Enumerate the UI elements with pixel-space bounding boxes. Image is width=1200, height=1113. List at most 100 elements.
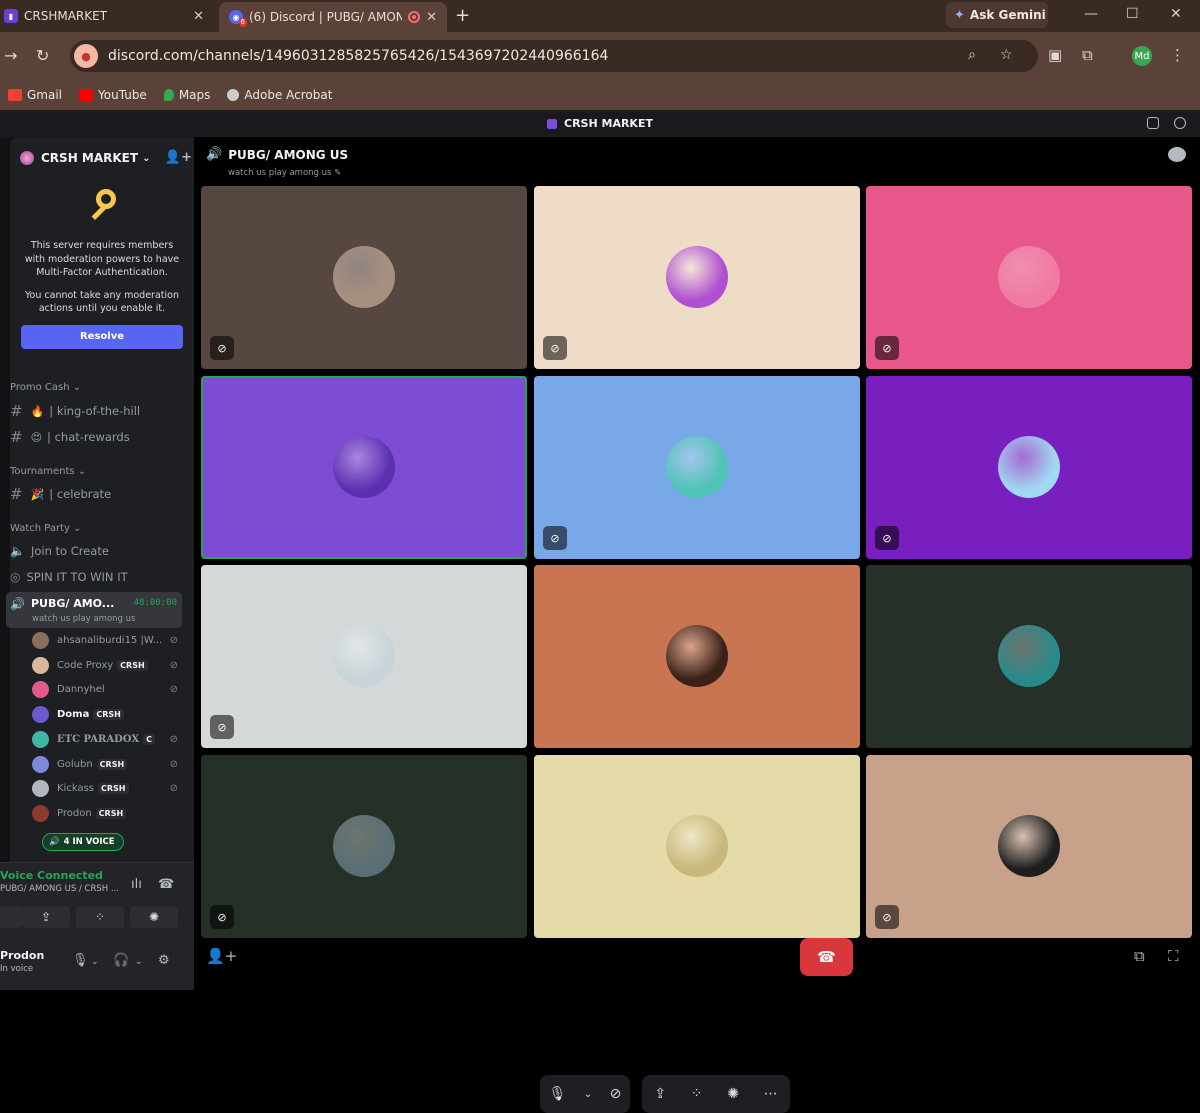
voice-member[interactable]: Dannyhel ⊘ bbox=[32, 678, 182, 700]
soundwave-icon[interactable]: ılı bbox=[131, 877, 142, 892]
channel-topic[interactable]: watch us play among us ✎ bbox=[228, 168, 341, 178]
category-tournaments[interactable]: Tournaments ⌄ bbox=[10, 466, 86, 477]
resolve-button[interactable]: Resolve bbox=[21, 324, 183, 349]
activities-icon[interactable]: ⁘ bbox=[691, 1086, 703, 1102]
tab-close-icon[interactable]: ✕ bbox=[426, 10, 437, 25]
microphone-icon[interactable]: 🎙 bbox=[72, 953, 89, 968]
in-voice-count: 4 IN VOICE bbox=[63, 837, 115, 847]
channel-celebrate[interactable]: # 🎉 | celebrate bbox=[10, 482, 178, 506]
video-tile[interactable] bbox=[534, 565, 860, 748]
browser-menu-icon[interactable]: ⋮ bbox=[1170, 46, 1185, 64]
help-icon[interactable] bbox=[1174, 117, 1186, 129]
bookmark-label: Maps bbox=[178, 88, 211, 102]
voice-status[interactable]: Voice Connected bbox=[0, 869, 103, 882]
voice-member[interactable]: Doma CRSH bbox=[32, 703, 182, 725]
topic-text: watch us play among us bbox=[228, 168, 332, 178]
video-tile[interactable]: ⊘ bbox=[201, 755, 527, 938]
video-tile[interactable] bbox=[201, 376, 527, 559]
channel-pubg-among-us[interactable]: 🔊 PUBG/ AMO... 48:00:00 watch us play am… bbox=[6, 592, 182, 628]
channel-king-of-the-hill[interactable]: # 🔥 | king-of-the-hill bbox=[10, 399, 178, 423]
channel-chat-rewards[interactable]: # 😍 | chat-rewards bbox=[10, 425, 178, 449]
headphones-icon[interactable]: 🎧 bbox=[113, 953, 129, 968]
channel-spin-it-to-win-it[interactable]: ◎ SPIN IT TO WIN IT bbox=[10, 565, 178, 589]
avatar bbox=[998, 246, 1060, 308]
reload-icon[interactable]: ↻ bbox=[36, 46, 49, 65]
bookmark-gmail[interactable]: Gmail bbox=[8, 88, 62, 102]
invite-people-icon[interactable]: 👤+ bbox=[165, 150, 192, 165]
activities-button[interactable]: ⁘ bbox=[76, 906, 124, 928]
profile-avatar[interactable]: Md bbox=[1132, 46, 1152, 66]
settings-gear-icon[interactable]: ⚙ bbox=[158, 953, 170, 968]
video-tile[interactable]: ⊘ bbox=[866, 376, 1192, 559]
bookmark-label: Adobe Acrobat bbox=[244, 88, 333, 102]
video-tile[interactable]: ⊘ bbox=[866, 186, 1192, 369]
share-screen-icon[interactable]: ⇪ bbox=[654, 1086, 666, 1102]
inbox-icon[interactable] bbox=[1147, 117, 1159, 129]
edit-pencil-icon[interactable]: ✎ bbox=[334, 168, 341, 178]
minimize-button[interactable]: — bbox=[1084, 6, 1098, 22]
globe-icon bbox=[227, 89, 240, 101]
voice-member[interactable]: Code Proxy CRSH ⊘ bbox=[32, 654, 182, 676]
in-voice-pill[interactable]: 🔊 4 IN VOICE bbox=[42, 833, 124, 851]
voice-member[interactable]: Golubn CRSH ⊘ bbox=[32, 753, 182, 775]
channel-join-to-create[interactable]: 🔈 Join to Create bbox=[10, 539, 178, 563]
zoom-icon[interactable]: ⌕ bbox=[968, 47, 976, 63]
bookmark-star-icon[interactable]: ☆ bbox=[1000, 47, 1013, 63]
video-tile[interactable] bbox=[534, 755, 860, 938]
soundboard-button[interactable]: ✺ bbox=[130, 906, 178, 928]
speaker-icon: 🔊 bbox=[10, 597, 25, 611]
username[interactable]: Prodon bbox=[0, 949, 44, 962]
voice-location[interactable]: PUBG/ AMONG US / CRSH ... bbox=[0, 884, 119, 894]
soundboard-icon[interactable]: ✺ bbox=[727, 1086, 739, 1102]
chevron-down-icon[interactable]: ⌄ bbox=[135, 957, 143, 967]
gmail-icon bbox=[8, 89, 22, 101]
category-watch-party[interactable]: Watch Party ⌄ bbox=[10, 523, 82, 534]
extensions-puzzle-icon[interactable]: ⧉ bbox=[1082, 46, 1093, 64]
camera-off-icon[interactable]: ⊘ bbox=[610, 1086, 622, 1102]
video-tile[interactable]: ⊘ bbox=[534, 376, 860, 559]
chevron-down-icon[interactable]: ⌄ bbox=[584, 1089, 592, 1100]
video-tile[interactable]: ⊘ bbox=[534, 186, 860, 369]
channel-topic: watch us play among us bbox=[32, 614, 136, 624]
microphone-icon[interactable]: 🎙 bbox=[549, 1086, 567, 1102]
video-tile[interactable] bbox=[866, 565, 1192, 748]
extension-icon[interactable]: ▣ bbox=[1048, 46, 1062, 64]
share-screen-button[interactable]: ⇪ bbox=[22, 906, 70, 928]
bookmark-adobe-acrobat[interactable]: Adobe Acrobat bbox=[227, 88, 332, 102]
video-tile[interactable]: ⊘ bbox=[201, 565, 527, 748]
voice-member[interactable]: Prodon CRSH bbox=[32, 802, 182, 824]
browser-tab-discord[interactable]: ◉ (6) Discord | PUBG/ AMONG US ✕ bbox=[219, 2, 447, 32]
video-tile[interactable]: ⊘ bbox=[866, 755, 1192, 938]
voice-member[interactable]: ETC PARADOX C ⊘ bbox=[32, 728, 182, 750]
close-window-button[interactable]: ✕ bbox=[1170, 6, 1182, 22]
bookmark-youtube[interactable]: YouTube bbox=[79, 88, 147, 102]
category-promo-cash[interactable]: Promo Cash ⌄ bbox=[10, 382, 81, 393]
chat-bubble-icon[interactable] bbox=[1168, 147, 1186, 162]
disconnect-button[interactable]: ☎ bbox=[800, 938, 853, 976]
app-title: CRSH MARKET bbox=[564, 117, 653, 130]
channel-label: celebrate bbox=[56, 487, 112, 501]
server-header[interactable]: CRSH MARKET ⌄ 👤+ bbox=[20, 145, 192, 171]
invite-to-voice-icon[interactable]: 👤+ bbox=[206, 947, 237, 965]
fullscreen-icon[interactable]: ⛶ bbox=[1168, 947, 1179, 965]
browser-tab-crshmarket[interactable]: ▮ CRSHMARKET ✕ bbox=[0, 0, 214, 32]
url-text[interactable]: discord.com/channels/1496031285825765426… bbox=[108, 48, 608, 64]
channel-label: SPIN IT TO WIN IT bbox=[26, 570, 128, 584]
more-options-icon[interactable]: ⋯ bbox=[764, 1086, 778, 1102]
ask-gemini-button[interactable]: ✦ Ask Gemini bbox=[946, 2, 1048, 28]
voice-member[interactable]: Kickass CRSH ⊘ bbox=[32, 777, 182, 799]
voice-member[interactable]: ahsanaliburdi15 |W... ⊘ bbox=[32, 629, 182, 651]
mic-in-use-icon[interactable]: ● bbox=[74, 44, 98, 68]
pop-out-icon[interactable]: ⧉ bbox=[1134, 947, 1145, 965]
chevron-down-icon[interactable]: ⌄ bbox=[91, 957, 99, 967]
muted-icon: ⊘ bbox=[169, 659, 178, 671]
maximize-button[interactable]: ☐ bbox=[1126, 6, 1139, 22]
new-tab-button[interactable]: + bbox=[455, 5, 470, 26]
tab-close-icon[interactable]: ✕ bbox=[193, 9, 204, 24]
omnibox[interactable]: ● discord.com/channels/14960312858257654… bbox=[70, 40, 1038, 72]
bookmark-maps[interactable]: Maps bbox=[163, 88, 211, 102]
video-tile[interactable]: ⊘ bbox=[201, 186, 527, 369]
disconnect-icon[interactable]: ☎ bbox=[158, 877, 174, 892]
forward-icon[interactable]: → bbox=[4, 46, 17, 65]
camera-button[interactable] bbox=[0, 906, 22, 928]
